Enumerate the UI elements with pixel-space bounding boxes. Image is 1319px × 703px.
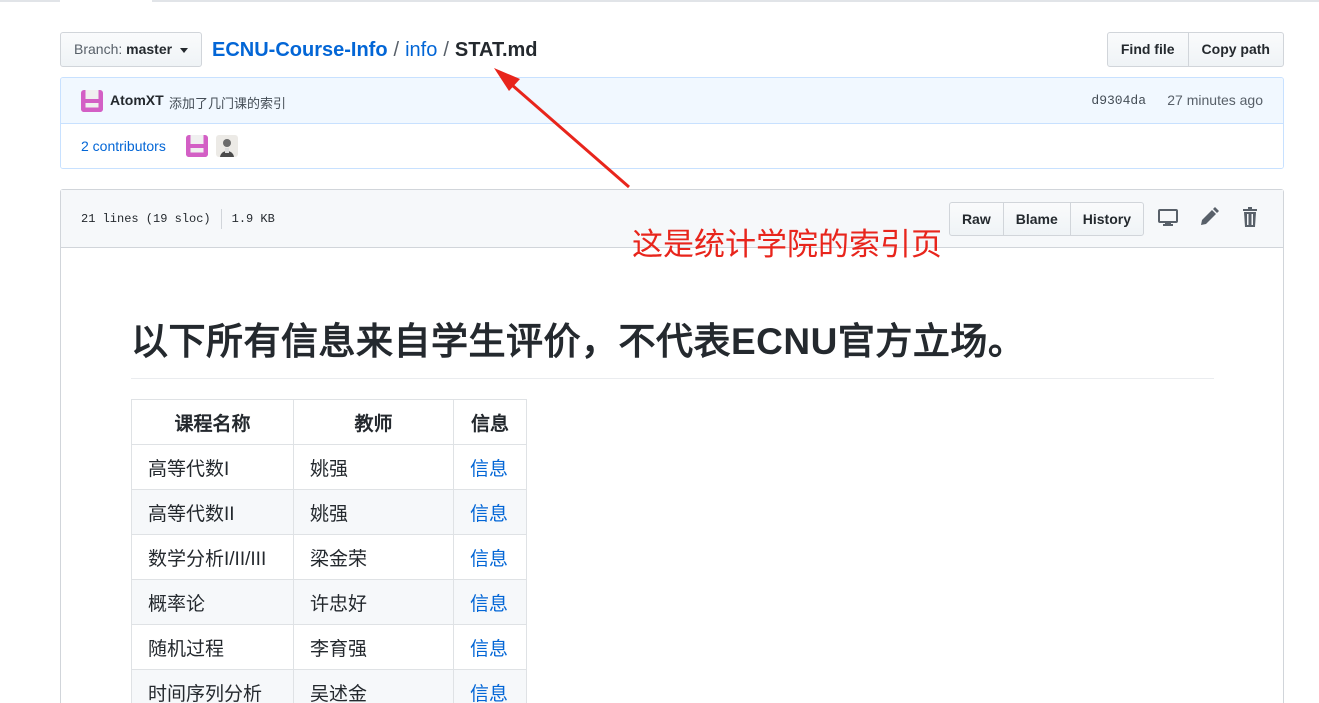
commit-time: 27 minutes ago	[1167, 92, 1263, 108]
raw-button[interactable]: Raw	[948, 202, 1004, 236]
table-header-cell: 教师	[293, 399, 454, 445]
info-link[interactable]: 信息	[470, 504, 508, 525]
table-row: 概率论 许忠好 信息	[131, 579, 527, 625]
teacher-cell: 梁金荣	[293, 534, 454, 580]
table-row: 数学分析I/II/III 梁金荣 信息	[131, 534, 527, 580]
file-viewer: 21 lines (19 sloc) 1.9 KB Raw Blame Histo…	[60, 189, 1284, 703]
course-table: 课程名称 教师 信息 高等代数I 姚强 信息 高等代数II 姚强 信息 数学分析…	[131, 399, 527, 703]
table-row: 高等代数II 姚强 信息	[131, 489, 527, 535]
file-navigation: Branch: master ECNU-Course-Info / info / STA…	[60, 32, 1284, 68]
contributor-avatar[interactable]	[186, 135, 208, 157]
table-row: 随机过程 李育强 信息	[131, 624, 527, 670]
markdown-body: 以下所有信息来自学生评价，不代表ECNU官方立场。 课程名称 教师 信息 高等代…	[131, 318, 1214, 703]
teacher-cell: 姚强	[293, 444, 454, 490]
author-avatar[interactable]	[81, 90, 103, 112]
course-name-cell: 高等代数II	[131, 489, 294, 535]
teacher-cell: 吴述金	[293, 669, 454, 703]
info-cell: 信息	[453, 444, 527, 490]
annotation-label: 这是统计学院的索引页	[632, 227, 942, 262]
info-link[interactable]: 信息	[470, 459, 508, 480]
file-actions: Raw Blame History	[948, 202, 1144, 236]
course-name-cell: 时间序列分析	[131, 669, 294, 703]
info-cell: 信息	[453, 624, 527, 670]
branch-name: master	[126, 41, 173, 57]
find-file-button[interactable]: Find file	[1106, 32, 1189, 67]
commit-author-link[interactable]: AtomXT	[110, 92, 164, 108]
history-button[interactable]: History	[1069, 202, 1144, 236]
latest-commit-row: AtomXT 添加了几门课的索引 d9304da 27 minutes ago	[61, 78, 1283, 124]
breadcrumb-separator: /	[443, 39, 449, 61]
branch-label: Branch:	[74, 41, 123, 57]
page-heading: 以下所有信息来自学生评价，不代表ECNU官方立场。	[131, 318, 1214, 379]
info-cell: 信息	[453, 534, 527, 580]
teacher-cell: 李育强	[293, 624, 454, 670]
desktop-icon[interactable]	[1157, 206, 1179, 228]
contributors-link[interactable]: 2 contributors	[81, 138, 166, 154]
info-link[interactable]: 信息	[470, 639, 508, 660]
breadcrumb-file-name: STAT.md	[454, 39, 538, 61]
caret-down-icon	[179, 47, 188, 53]
course-name-cell: 数学分析I/II/III	[131, 534, 294, 580]
top-tab-rule	[0, 0, 1319, 2]
table-header-cell: 课程名称	[131, 399, 294, 445]
branch-select-button[interactable]: Branch: master	[60, 32, 202, 67]
copy-path-button[interactable]: Copy path	[1187, 32, 1284, 67]
table-header-row: 课程名称 教师 信息	[131, 399, 527, 445]
active-tab-gap	[60, 0, 152, 2]
info-link[interactable]: 信息	[470, 684, 508, 703]
course-name-cell: 随机过程	[131, 624, 294, 670]
teacher-cell: 姚强	[293, 489, 454, 535]
pencil-icon[interactable]	[1198, 206, 1220, 228]
file-info-divider	[220, 209, 222, 229]
info-link[interactable]: 信息	[470, 549, 508, 570]
info-link[interactable]: 信息	[470, 594, 508, 615]
course-name-cell: 高等代数I	[131, 444, 294, 490]
breadcrumb: ECNU-Course-Info / info / STAT.md	[212, 36, 538, 64]
commit-sha-link[interactable]: d9304da	[1091, 93, 1146, 108]
info-cell: 信息	[453, 579, 527, 625]
breadcrumb-repo-link[interactable]: ECNU-Course-Info	[212, 39, 388, 61]
contributors-row: 2 contributors	[61, 124, 1283, 168]
path-actions: Find file Copy path	[1106, 32, 1284, 67]
table-row: 高等代数I 姚强 信息	[131, 444, 527, 490]
file-line-count: 21 lines (19 sloc)	[81, 212, 211, 227]
course-name-cell: 概率论	[131, 579, 294, 625]
teacher-cell: 许忠好	[293, 579, 454, 625]
breadcrumb-folder-link[interactable]: info	[405, 39, 437, 61]
file-info: 21 lines (19 sloc) 1.9 KB	[81, 209, 275, 229]
contributor-avatar[interactable]	[216, 135, 238, 157]
breadcrumb-separator: /	[393, 39, 400, 61]
commit-tease: AtomXT 添加了几门课的索引 d9304da 27 minutes ago …	[60, 77, 1284, 169]
info-cell: 信息	[453, 669, 527, 703]
table-row: 时间序列分析 吴述金 信息	[131, 669, 527, 703]
table-header-cell: 信息	[453, 399, 527, 445]
info-cell: 信息	[453, 489, 527, 535]
trash-icon[interactable]	[1239, 206, 1261, 228]
file-size: 1.9 KB	[231, 212, 275, 227]
commit-message[interactable]: 添加了几门课的索引	[169, 93, 286, 112]
blame-button[interactable]: Blame	[1002, 202, 1071, 236]
